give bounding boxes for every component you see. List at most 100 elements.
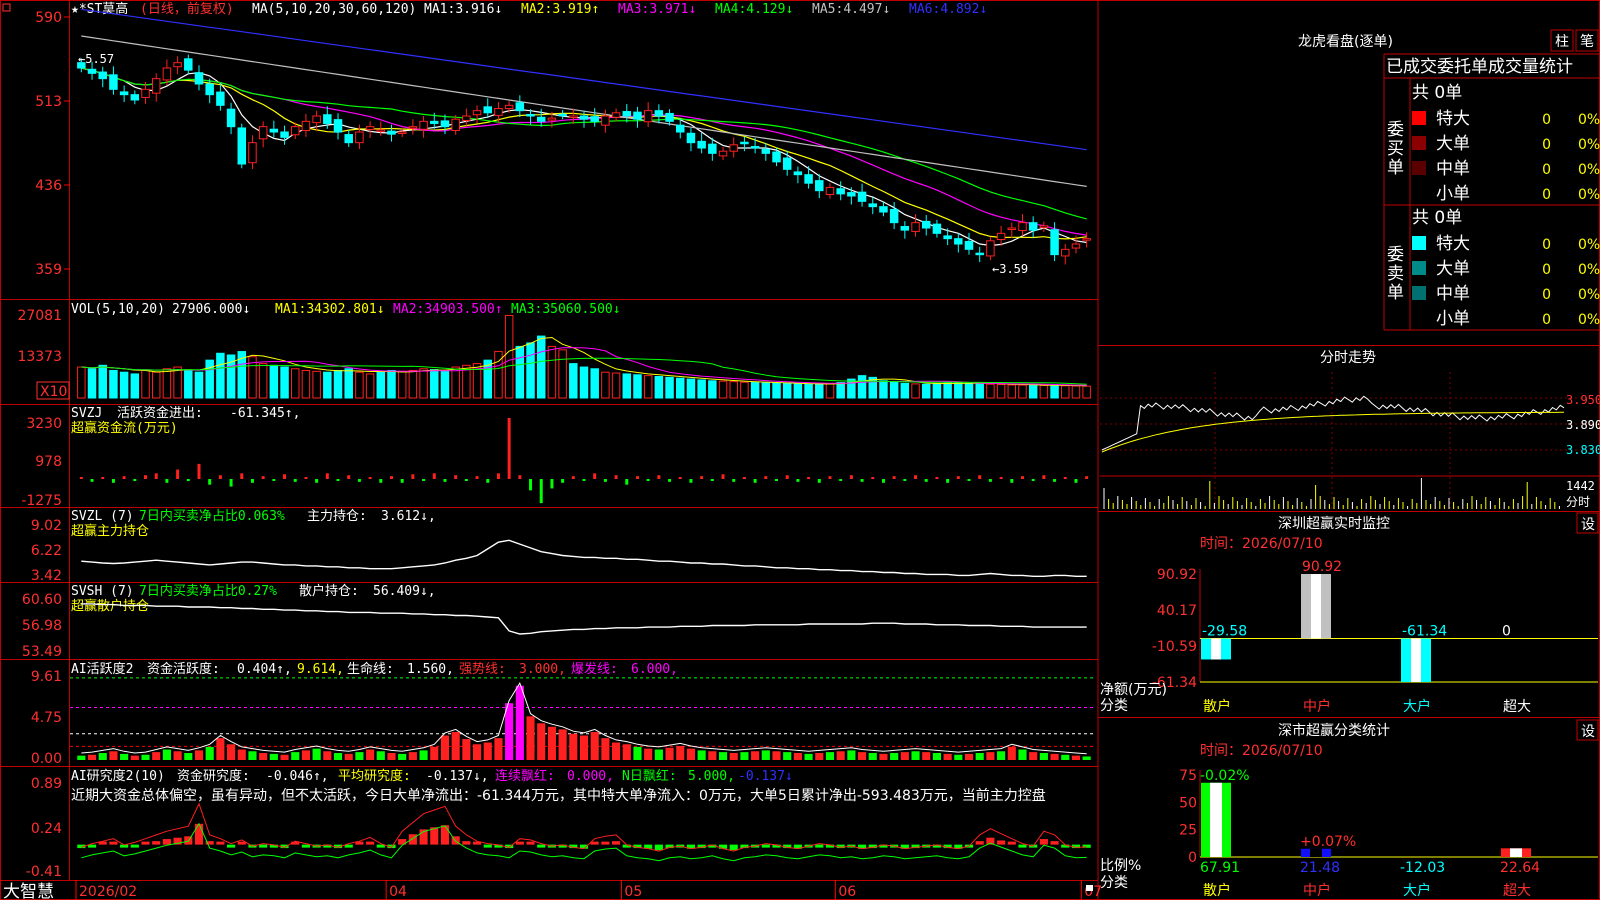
order-color-swatch — [1412, 136, 1426, 150]
ma-value-number: 3.916↓ — [455, 2, 502, 17]
fund-flow-bar — [1010, 479, 1014, 483]
svsh-desc: 7日内买卖净占比0.27% — [139, 583, 277, 599]
ai-active-tick: 9.61 — [31, 669, 62, 685]
candle-body — [237, 127, 247, 165]
volume-bar — [665, 376, 674, 399]
candle-body — [986, 240, 995, 257]
high-price-annotation: ←5.57 — [78, 52, 114, 66]
candle-body — [879, 206, 888, 213]
fund-flow-bar — [817, 479, 821, 483]
order-type: 小单 — [1436, 184, 1470, 204]
ma-value-label: MA1: — [424, 2, 455, 17]
research-bar — [526, 841, 535, 845]
ma-value-number: 3.919↑ — [552, 2, 599, 17]
svzl-desc: 7日内买卖净占比0.063% — [139, 508, 285, 524]
candle-body — [440, 120, 450, 128]
candle-body — [387, 130, 396, 135]
activity-bar — [301, 750, 311, 760]
vol-ma-number: 35060.500↓ — [542, 302, 620, 317]
classify-chart: 75 50 25 0 比例%分类 -0.02% 67.91 散户 +0.07% 21.48 中户 -1… — [1100, 768, 1598, 899]
research-bar — [997, 840, 1006, 845]
activity-bar — [1018, 749, 1027, 760]
research-bar — [109, 841, 118, 845]
activity-bar — [333, 753, 343, 760]
volume-bar — [943, 382, 952, 399]
activity-bar — [783, 752, 792, 760]
fund-flow-bar — [79, 477, 83, 479]
window-menu-icon[interactable] — [2, 3, 11, 12]
candle-body — [772, 151, 781, 163]
volume-bar — [782, 383, 792, 399]
activity-bar — [579, 735, 589, 760]
activity-bar — [259, 753, 268, 760]
order-percent: 0% — [1578, 312, 1600, 328]
volume-bar — [333, 369, 343, 399]
activity-bar — [472, 744, 482, 760]
candle-body — [954, 238, 963, 245]
intraday-title: 分时走势 — [1320, 350, 1376, 366]
monitor-settings-label[interactable]: 设 — [1581, 517, 1595, 533]
volume-bar — [729, 381, 738, 399]
volume-bar — [184, 369, 193, 399]
fund-flow-bar — [689, 479, 693, 483]
fund-flow-bar — [507, 418, 511, 479]
fund-flow-bar — [807, 477, 811, 479]
fund-flow-bar — [710, 479, 714, 481]
ma-value-label: MA6: — [909, 2, 940, 17]
candle-body — [825, 186, 835, 196]
candle-body — [793, 171, 803, 176]
fund-flow-bar — [154, 473, 158, 479]
lock-icon[interactable] — [1086, 885, 1093, 891]
volume-bar — [109, 369, 118, 399]
fund-flow-bar — [186, 479, 190, 481]
vol-ma-value: MA1:34302.801↓ — [275, 302, 385, 317]
fund-flow-bar — [165, 479, 169, 483]
candle-body — [1028, 222, 1038, 231]
candle-body — [494, 108, 503, 116]
activity-bar — [430, 746, 439, 760]
svsh-line — [81, 603, 1087, 635]
candle-body — [750, 146, 760, 149]
volume-bar — [772, 382, 781, 399]
activity-bar — [269, 753, 278, 760]
order-count: 0 — [1542, 187, 1551, 203]
volume-bar — [590, 368, 599, 399]
volume-bar — [301, 369, 311, 399]
order-side-label: 买 — [1387, 139, 1404, 159]
ai-active-v2: 9.614, — [297, 662, 344, 677]
ai-research-axis: 0.89 0.24 -0.41 — [26, 776, 62, 880]
candle-body — [344, 134, 353, 144]
fund-flow-bar — [304, 477, 308, 479]
activity-bar — [879, 753, 888, 760]
svzl-line — [81, 539, 1087, 577]
candle-body — [558, 113, 567, 117]
vol-ma-number: 34903.500↑ — [424, 302, 502, 317]
activity-bar — [975, 753, 984, 760]
ma-value-label: MA3: — [618, 2, 649, 17]
classify-settings-label[interactable]: 设 — [1581, 724, 1595, 740]
intraday-chart: 3.950 3.890 3.830 1442 分时 — [1100, 372, 1600, 510]
volume-bar — [1082, 385, 1091, 399]
activity-bar — [1071, 755, 1081, 760]
activity-bar — [227, 744, 236, 760]
activity-bar — [836, 751, 845, 760]
order-count: 0 — [1542, 287, 1551, 303]
volume-bar — [1007, 384, 1017, 399]
fund-flow-bar — [315, 479, 319, 483]
candle-body — [312, 115, 321, 124]
classify-category: 大户 — [1403, 882, 1431, 899]
candle-body — [633, 111, 642, 120]
volume-bar — [1039, 384, 1049, 399]
candle-body — [943, 235, 952, 240]
activity-bar — [98, 753, 107, 760]
candle-body — [483, 106, 492, 114]
activity-bar — [686, 748, 696, 760]
monitor-title: 深圳超赢实时监控 — [1278, 515, 1390, 532]
tab-stroke-label[interactable]: 笔 — [1580, 34, 1594, 50]
order-color-swatch — [1412, 286, 1426, 300]
vol-ma-label: MA1: — [275, 302, 306, 317]
ma-value: MA3:3.971↓ — [618, 2, 696, 17]
ai-burst-value: 6.000, — [631, 662, 678, 677]
tab-column-label[interactable]: 柱 — [1555, 34, 1569, 50]
fund-flow-bar — [539, 479, 543, 504]
